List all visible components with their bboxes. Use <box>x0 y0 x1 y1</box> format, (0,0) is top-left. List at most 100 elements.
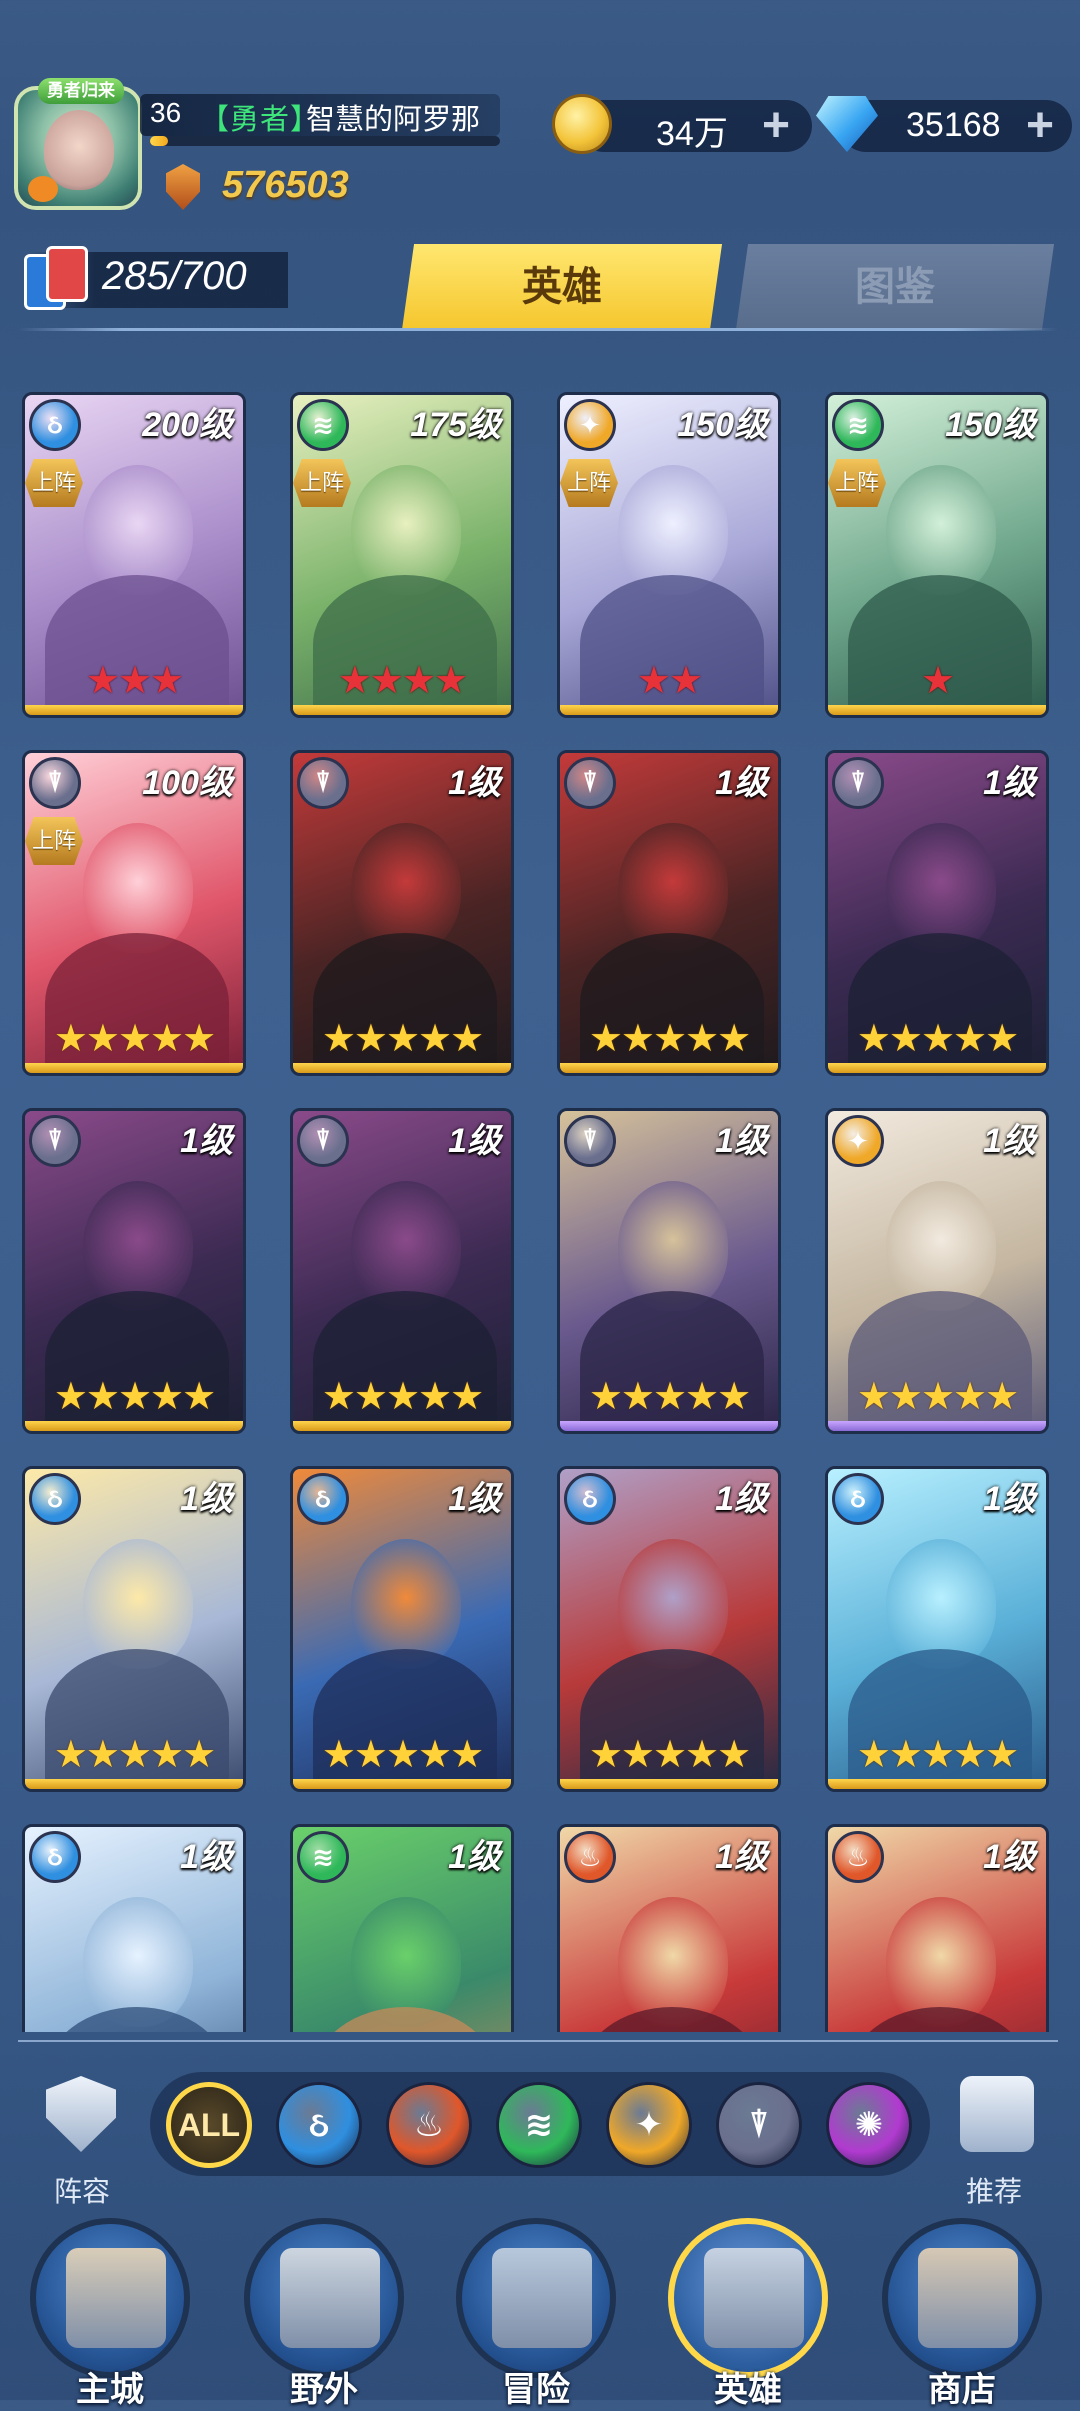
card-base <box>293 1063 511 1073</box>
hero-card[interactable]: ✦ 1级 ★★★★★ <box>825 1108 1049 1434</box>
hero-stars: ★★★★★ <box>321 1018 484 1060</box>
avatar-badge: 勇者归来 <box>38 78 124 104</box>
filter-all-label: ALL <box>177 2106 241 2143</box>
hero-card[interactable]: ⍒ 100级 上阵 ★★★★★ <box>22 750 246 1076</box>
hero-level: 1级 <box>180 1480 233 1518</box>
card-base <box>293 1779 511 1789</box>
card-base <box>828 705 1046 715</box>
hero-card[interactable]: ઠ 1级 <box>22 1824 246 2032</box>
hero-card[interactable]: ઠ 1级 ★★★★★ <box>557 1466 781 1792</box>
tab-heroes[interactable]: 英雄 <box>401 244 723 330</box>
deployed-badge: 上阵 <box>828 459 886 507</box>
faction-dark-icon: ⍒ <box>29 757 81 809</box>
card-base <box>25 1421 243 1431</box>
add-gold-button[interactable]: + <box>762 102 790 150</box>
nav-英雄[interactable] <box>668 2218 828 2378</box>
tab-codex-label: 图鉴 <box>855 265 935 309</box>
player-title: 【勇者】 <box>200 104 321 136</box>
filter-divider <box>18 2040 1058 2042</box>
add-diamond-button[interactable]: + <box>1026 102 1054 150</box>
pumpkin-icon <box>28 176 58 202</box>
hero-level: 150级 <box>677 406 768 444</box>
faction-water-icon: ઠ <box>564 1473 616 1525</box>
hero-card[interactable]: ≋ 150级 上阵 ★ <box>825 392 1049 718</box>
hero-card[interactable]: ≋ 175级 上阵 ★★★★ <box>290 392 514 718</box>
card-base <box>828 1063 1046 1073</box>
hero-card[interactable]: ઠ 1级 ★★★★★ <box>22 1466 246 1792</box>
avatar-portrait <box>44 110 114 190</box>
card-base <box>828 1421 1046 1431</box>
hero-card[interactable]: ઠ 1级 ★★★★★ <box>825 1466 1049 1792</box>
faction-water-icon: ઠ <box>29 1831 81 1883</box>
hero-level: 1级 <box>715 764 768 802</box>
player-avatar[interactable]: 勇者归来 <box>14 78 142 210</box>
faction-fire-icon: ♨ <box>564 1831 616 1883</box>
diamond-amount: 35168 <box>906 106 1001 144</box>
thumbs-up-icon <box>960 2076 1034 2152</box>
hero-card[interactable]: ⍒ 1级 ★★★★★ <box>290 750 514 1076</box>
nav-label: 主城 <box>76 2371 144 2409</box>
hero-card[interactable]: ⍒ 1级 ★★★★★ <box>557 1108 781 1434</box>
nav-野外[interactable] <box>244 2218 404 2378</box>
nav-label: 商店 <box>928 2371 996 2409</box>
exp-bar <box>150 136 500 146</box>
hero-card[interactable]: ✦ 150级 上阵 ★★ <box>557 392 781 718</box>
hero-card[interactable]: ઠ 200级 上阵 ★★★ <box>22 392 246 718</box>
card-base <box>25 1779 243 1789</box>
castle-icon <box>66 2248 166 2348</box>
hero-level: 1级 <box>983 764 1036 802</box>
lineup-label: 阵容 <box>53 2176 110 2207</box>
hero-card[interactable]: ⍒ 1级 ★★★★★ <box>290 1108 514 1434</box>
hero-count: 285/700 <box>102 254 247 298</box>
hero-card[interactable]: ⍒ 1级 ★★★★★ <box>557 750 781 1076</box>
card-base <box>560 1063 778 1073</box>
hero-stars: ★★★★ <box>337 660 468 702</box>
hero-level: 1级 <box>983 1122 1036 1160</box>
hero-level: 150级 <box>945 406 1036 444</box>
tab-heroes-label: 英雄 <box>522 265 602 309</box>
hero-level: 1级 <box>983 1480 1036 1518</box>
filter-fire-button[interactable]: ♨ <box>386 2082 472 2168</box>
card-base <box>560 705 778 715</box>
deployed-badge: 上阵 <box>293 459 351 507</box>
faction-dark-icon: ⍒ <box>297 757 349 809</box>
hero-card[interactable]: ⍒ 1级 ★★★★★ <box>825 750 1049 1076</box>
lineup-button[interactable] <box>34 2076 130 2168</box>
hero-level: 1级 <box>715 1480 768 1518</box>
hero-card[interactable]: ≋ 1级 <box>290 1824 514 2032</box>
filter-water-button[interactable]: ઠ <box>276 2082 362 2168</box>
tab-codex[interactable]: 图鉴 <box>735 244 1055 330</box>
card-base <box>25 1063 243 1073</box>
hero-level: 1级 <box>448 764 501 802</box>
hero-card[interactable]: ઠ 1级 ★★★★★ <box>290 1466 514 1792</box>
hero-level: 1级 <box>715 1838 768 1876</box>
hero-stars: ★★★★★ <box>588 1018 751 1060</box>
card-base <box>828 1779 1046 1789</box>
hero-level: 1级 <box>715 1122 768 1160</box>
power-icon <box>166 164 200 210</box>
recommend-button[interactable] <box>950 2076 1046 2168</box>
filter-dark-button[interactable]: ⍒ <box>716 2082 802 2168</box>
hero-stars: ★★★★★ <box>856 1376 1019 1418</box>
hero-stars: ★★★★★ <box>588 1376 751 1418</box>
hero-card[interactable]: ♨ 1级 <box>825 1824 1049 2032</box>
faction-light-icon: ✦ <box>832 1115 884 1167</box>
filter-wind-button[interactable]: ≋ <box>496 2082 582 2168</box>
nav-冒险[interactable] <box>456 2218 616 2378</box>
hero-stars: ★★★★★ <box>856 1734 1019 1776</box>
combat-power: 576503 <box>222 164 349 206</box>
gold-amount: 34万 <box>656 115 728 153</box>
nav-商店[interactable] <box>882 2218 1042 2378</box>
faction-wind-icon: ≋ <box>832 399 884 451</box>
faction-water-icon: ઠ <box>29 1473 81 1525</box>
deployed-badge: 上阵 <box>25 817 83 865</box>
hero-card[interactable]: ⍒ 1级 ★★★★★ <box>22 1108 246 1434</box>
hero-card[interactable]: ♨ 1级 <box>557 1824 781 2032</box>
faction-light-icon: ✦ <box>564 399 616 451</box>
faction-dark-icon: ⍒ <box>297 1115 349 1167</box>
nav-主城[interactable] <box>30 2218 190 2378</box>
filter-light-button[interactable]: ✦ <box>606 2082 692 2168</box>
filter-all-button[interactable]: ALL <box>166 2082 252 2168</box>
filter-chaos-button[interactable]: ✺ <box>826 2082 912 2168</box>
hero-level: 1级 <box>983 1838 1036 1876</box>
